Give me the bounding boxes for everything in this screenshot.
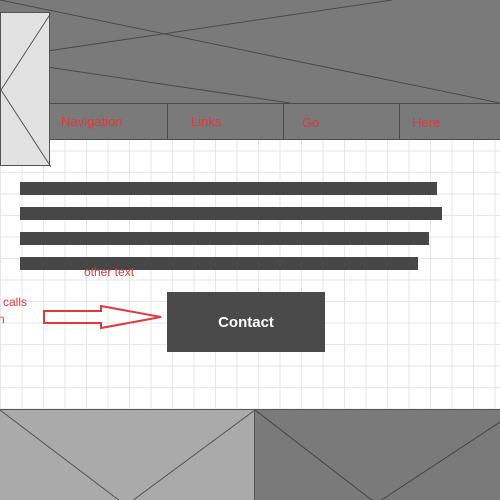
nav-item-go[interactable]: Go (284, 104, 400, 139)
nav-item-label: Navigation (61, 114, 123, 129)
header-banner-image (0, 0, 500, 104)
nav-item-label: Go (302, 115, 320, 130)
footer-image-left (0, 409, 255, 500)
body-text-line (20, 257, 418, 270)
nav-item-links[interactable]: Links (168, 104, 284, 139)
wireframe-page: Navigation Links Go Here other text call… (0, 0, 500, 500)
body-text-line (20, 232, 429, 245)
nav-item-navigation[interactable]: Navigation (50, 104, 168, 139)
nav-item-here[interactable]: Here (400, 104, 500, 139)
footer-image-right (255, 409, 500, 500)
footer-left-placeholder-icon (0, 410, 255, 500)
nav-item-label: Here (412, 115, 441, 130)
footer-right-placeholder-icon (255, 410, 500, 500)
right-arrow-icon (43, 305, 162, 330)
other-text-annotation: other text (84, 265, 135, 279)
contact-button[interactable]: Contact (167, 292, 325, 352)
body-text-line (20, 207, 442, 220)
banner-placeholder-icon (0, 0, 500, 103)
calls-annotation-line1: calls (3, 295, 28, 309)
calls-annotation-line2: n (0, 312, 5, 326)
logo-image[interactable] (0, 12, 51, 167)
nav-item-label: Links (191, 114, 222, 129)
logo-placeholder-icon (1, 13, 51, 167)
body-text-line (20, 182, 437, 195)
navigation-bar: Navigation Links Go Here (50, 103, 500, 140)
